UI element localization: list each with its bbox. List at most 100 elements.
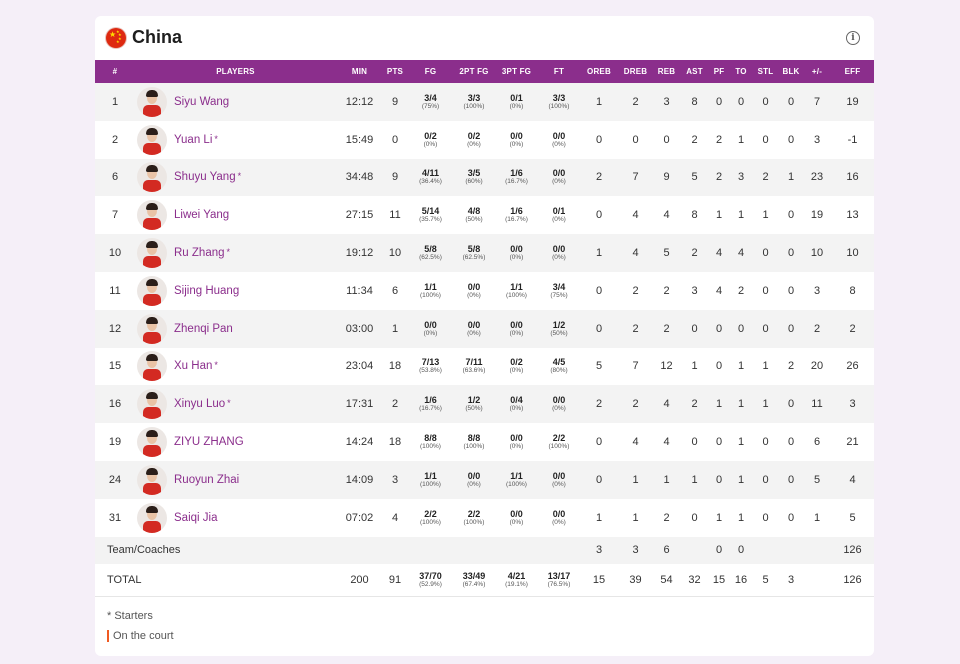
free-throws: 13/17 (76.5%) [539, 564, 579, 597]
player-avatar[interactable] [137, 162, 167, 193]
column-header: STL [757, 67, 774, 76]
field-goals-percentage: (35.7%) [419, 216, 442, 224]
pm-stat-value: 10 [810, 247, 824, 260]
player-name-link[interactable]: Sijing Huang [174, 285, 239, 297]
column-header: +/- [811, 67, 823, 76]
china-flag-icon: ★ ★ ★ ★ ★ [106, 28, 126, 48]
pm-stat: 19 [803, 196, 831, 234]
points: 4 [383, 499, 407, 537]
to-stat-value: 1 [737, 398, 745, 411]
eff-stat-value: 8 [849, 284, 856, 297]
three-point-fg-made-attempted: 0/0 [510, 433, 523, 444]
stl-stat: 0 [752, 310, 779, 348]
pf-stat: 0 [708, 461, 730, 499]
player-name-link[interactable]: Xinyu Luo * [174, 398, 231, 410]
player-name-link[interactable]: Ruoyun Zhai [174, 474, 239, 486]
player-avatar[interactable] [137, 238, 167, 269]
player-avatar[interactable] [137, 427, 167, 458]
player-avatar[interactable] [137, 275, 167, 306]
player-avatar[interactable] [137, 86, 167, 117]
blk-stat-value: 0 [787, 209, 795, 222]
points-value: 6 [391, 284, 399, 297]
to-stat-value: 0 [737, 95, 745, 108]
reb-stat: 3 [652, 83, 681, 121]
player-name-link[interactable]: Shuyu Yang * [174, 171, 241, 183]
field-goals: 4/11 (36.4%) [407, 159, 454, 197]
minutes-value: 200 [350, 573, 369, 586]
minutes: 34:48 [336, 159, 383, 197]
points-value: 9 [391, 95, 399, 108]
jersey-number-value: 10 [108, 247, 122, 260]
blk-stat: 3 [779, 564, 803, 597]
jersey-number-value: 1 [111, 95, 119, 108]
player-avatar[interactable] [137, 351, 167, 382]
blk-stat-value: 0 [787, 133, 795, 146]
to-stat: 0 [730, 83, 752, 121]
blk-stat-value: 0 [787, 284, 795, 297]
minutes: 07:02 [336, 499, 383, 537]
dreb-stat-value: 2 [632, 284, 639, 297]
to-stat-value: 1 [737, 511, 745, 524]
player-avatar[interactable] [137, 389, 167, 420]
reb-stat: 4 [652, 196, 681, 234]
two-point-fg: 0/0 (0%) [454, 461, 494, 499]
stl-stat: 0 [752, 461, 779, 499]
free-throws-made-attempted: 1/2 [552, 319, 566, 330]
minutes: 03:00 [336, 310, 383, 348]
column-header: FT [553, 67, 565, 76]
oreb-stat-value: 15 [592, 573, 606, 586]
oreb-stat: 15 [579, 564, 619, 597]
player-avatar[interactable] [137, 313, 167, 344]
player-avatar[interactable] [137, 464, 167, 495]
player-name-link[interactable]: Zhenqi Pan [174, 323, 233, 335]
oreb-stat-value: 2 [595, 171, 603, 184]
eff-stat: 126 [831, 537, 874, 564]
dreb-stat: 0 [619, 121, 652, 159]
player-name-link[interactable]: ZIYU ZHANG [174, 436, 244, 448]
reb-stat-value: 5 [663, 247, 670, 260]
player-name-link[interactable]: Saiqi Jia [174, 512, 217, 524]
to-stat: 1 [730, 348, 752, 386]
ast-stat: 0 [681, 310, 708, 348]
field-goals: 0/0 (0%) [407, 310, 454, 348]
field-goals-percentage: (0%) [423, 329, 438, 337]
player-name-link[interactable]: Yuan Li * [174, 134, 218, 146]
points: 0 [383, 121, 407, 159]
pm-stat-value: 2 [813, 322, 821, 335]
blk-stat-value: 0 [787, 473, 795, 486]
team-coaches-row: Team/Coaches 3 3 6 0 0 126 [95, 536, 874, 564]
player-name-link[interactable]: Siyu Wang [174, 96, 229, 108]
eff-stat: 126 [831, 564, 874, 597]
three-point-fg: 1/1 (100%) [494, 461, 539, 499]
ast-stat: 1 [681, 348, 708, 386]
stl-stat [752, 537, 779, 564]
field-goals: 2/2 (100%) [407, 499, 454, 537]
pm-stat: 23 [803, 159, 831, 197]
on-court-marker [107, 630, 109, 642]
player-avatar[interactable] [137, 124, 167, 155]
minutes-value: 12:12 [345, 95, 374, 108]
two-point-fg-made-attempted: 7/11 [465, 357, 483, 368]
free-throws-percentage: (100%) [548, 102, 570, 110]
player-name-link[interactable]: Liwei Yang [174, 209, 229, 221]
player-avatar[interactable] [137, 200, 167, 231]
free-throws-made-attempted: 0/0 [552, 508, 566, 519]
info-icon[interactable]: i [846, 31, 860, 45]
jersey-number: 12 [95, 310, 135, 348]
three-point-fg: 0/2 (0%) [494, 348, 539, 386]
points-value: 10 [388, 247, 402, 260]
three-point-fg: 1/6 (16.7%) [494, 196, 539, 234]
player-name-link[interactable]: Ru Zhang * [174, 247, 230, 259]
player-avatar[interactable] [137, 502, 167, 533]
pm-stat-value: 3 [813, 133, 821, 146]
dreb-stat-value: 2 [632, 322, 639, 335]
to-stat: 16 [730, 564, 752, 597]
reb-stat-value: 4 [663, 209, 670, 222]
two-point-fg-percentage: (67.4%) [462, 580, 486, 588]
stl-stat-value: 0 [762, 247, 769, 260]
player-name-link[interactable]: Xu Han * [174, 360, 218, 372]
reb-stat-value: 2 [663, 322, 670, 335]
two-point-fg-made-attempted: 5/8 [467, 244, 481, 255]
jersey-number-value: 31 [108, 511, 122, 524]
three-point-fg-made-attempted: 1/6 [510, 168, 523, 179]
